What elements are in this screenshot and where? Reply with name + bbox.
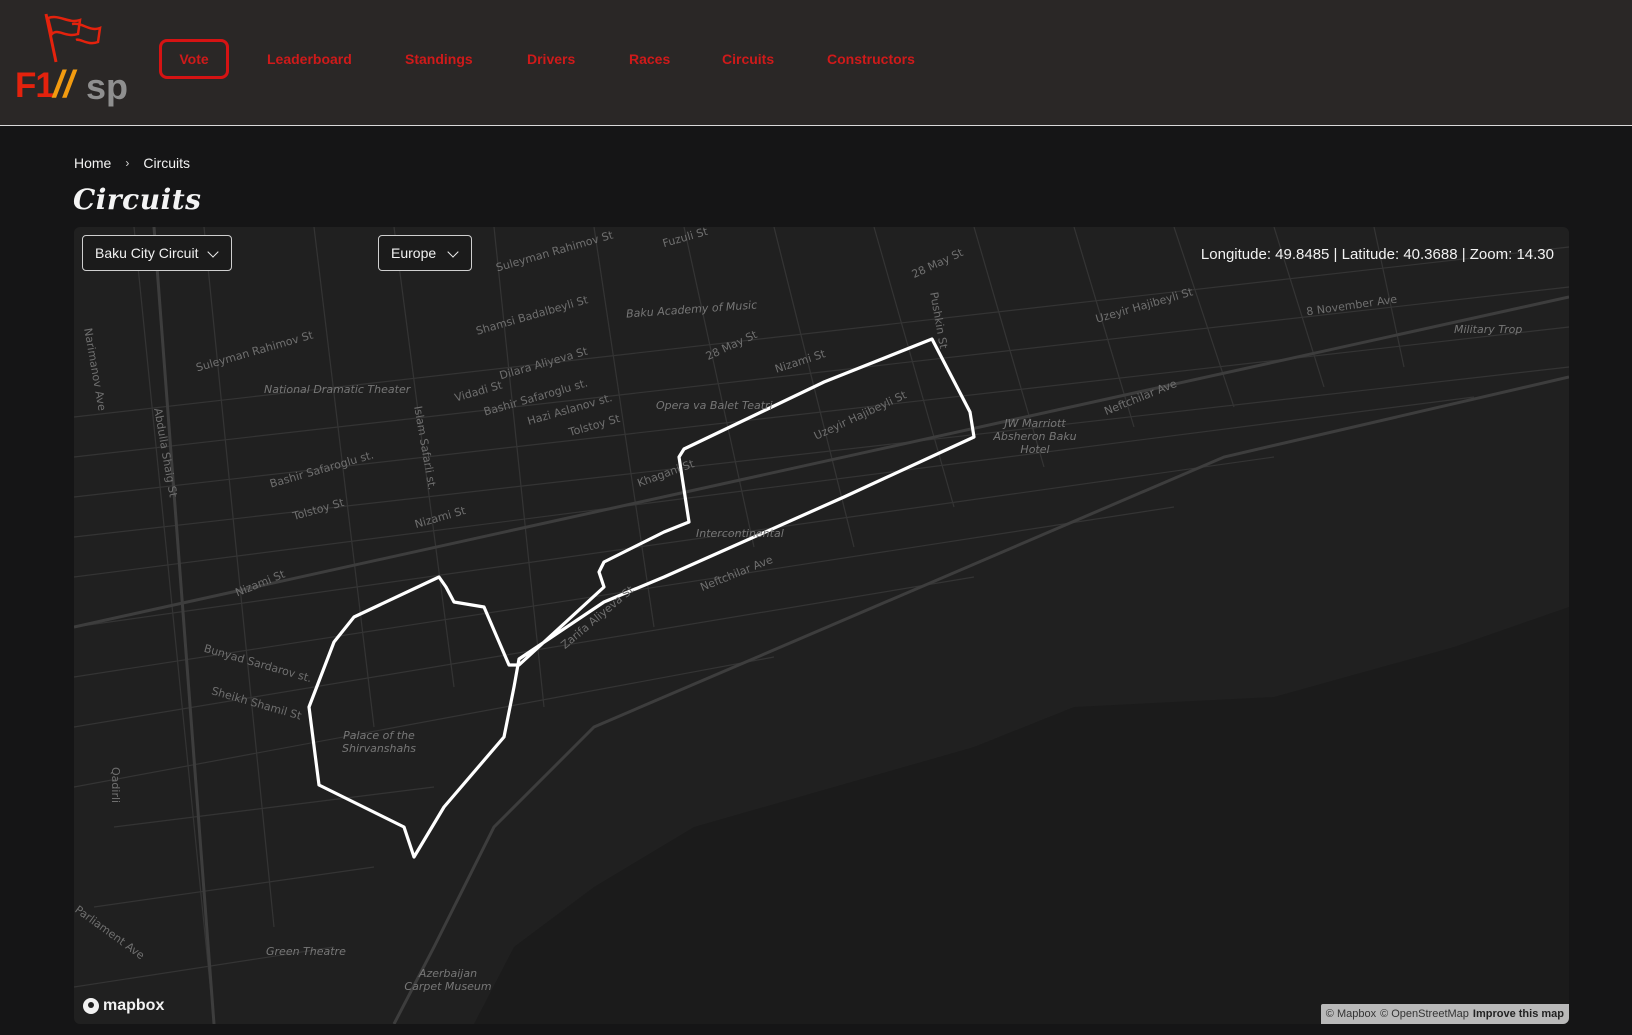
map-label: National Dramatic Theater [264,383,411,396]
map-label: Palace of the Shirvanshahs [342,729,416,755]
mapbox-logo-text: mapbox [103,997,165,1014]
logo-sp-text: sp [86,66,129,107]
logo-f1-text: F1 [15,66,55,105]
nav-races[interactable]: Races [629,39,670,79]
attribution-osm-link[interactable]: © OpenStreetMap [1380,1004,1469,1024]
map-label: Intercontinental [696,527,784,540]
map-label: Military Trop [1454,323,1523,336]
chevron-down-icon [207,246,219,258]
map-attribution: © Mapbox © OpenStreetMap Improve this ma… [1320,1004,1569,1024]
mapbox-icon [83,998,99,1014]
top-navbar: F1 // sp Vote Leaderboard Standings Driv… [0,0,1632,126]
map-label: Green Theatre [266,945,346,958]
breadcrumb: Home › Circuits [74,155,190,171]
breadcrumb-current: Circuits [143,155,191,171]
nav-leaderboard[interactable]: Leaderboard [267,39,352,79]
map-coordinates-readout: Longitude: 49.8485 | Latitude: 40.3688 |… [1200,246,1554,263]
attribution-mapbox-link[interactable]: © Mapbox [1326,1004,1376,1024]
f1sp-logo[interactable]: F1 // sp [12,8,138,108]
chevron-right-icon: › [125,156,130,170]
flag-icon [44,13,102,63]
circuit-select-value: Baku City Circuit [95,245,199,261]
logo-slash-text: // [53,64,75,106]
nav-standings[interactable]: Standings [405,39,473,79]
nav-constructors[interactable]: Constructors [827,39,915,79]
mapbox-logo[interactable]: mapbox [83,997,164,1015]
circuit-select[interactable]: Baku City Circuit [82,235,232,271]
nav-drivers[interactable]: Drivers [527,39,575,79]
map-label: Opera va Balet Teatri [656,399,773,412]
breadcrumb-home[interactable]: Home [74,155,111,171]
region-select-value: Europe [391,245,437,261]
map-label: Azerbaijan Carpet Museum [404,967,492,993]
circuit-map[interactable]: Suleyman Rahimov St Fuzuli St 28 May St … [74,227,1569,1024]
map-label: Qadirli [109,767,122,804]
nav-vote[interactable]: Vote [159,39,229,79]
nav-circuits[interactable]: Circuits [722,39,774,79]
chevron-down-icon [447,246,459,258]
improve-map-link[interactable]: Improve this map [1473,1004,1564,1024]
region-select[interactable]: Europe [378,235,472,271]
page-title: Circuits [73,183,202,216]
map-label: JW Marriott Absheron Baku Hotel [993,417,1077,456]
